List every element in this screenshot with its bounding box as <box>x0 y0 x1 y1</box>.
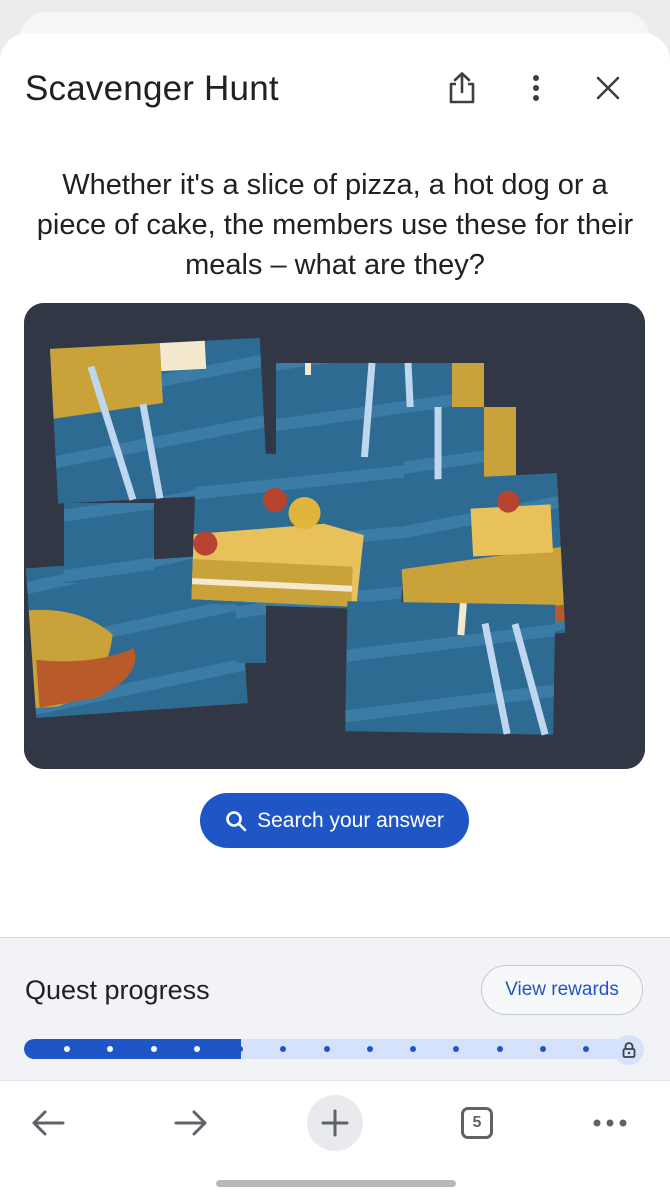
puzzle-image[interactable] <box>24 303 645 769</box>
more-horiz-icon <box>593 1119 627 1127</box>
progress-step-dot <box>64 1046 70 1052</box>
close-button[interactable] <box>586 66 630 110</box>
quest-question: Whether it's a slice of pizza, a hot dog… <box>36 169 634 281</box>
search-icon <box>226 810 247 831</box>
plus-icon <box>321 1109 349 1137</box>
arrow-back-icon <box>32 1110 65 1136</box>
progress-step-dot <box>453 1046 460 1052</box>
menu-button[interactable] <box>582 1095 638 1151</box>
reward-lock <box>614 1035 644 1065</box>
share-icon <box>449 72 475 104</box>
scavenger-hunt-sheet: Scavenger Hunt Whether it's a slice of p… <box>0 33 670 1200</box>
puzzle-tile <box>236 603 266 663</box>
puzzle-illustration <box>24 303 645 769</box>
page-title: Scavenger Hunt <box>25 69 279 108</box>
quest-progress-title: Quest progress <box>25 975 210 1005</box>
more-vert-icon <box>533 75 539 101</box>
progress-step-dot <box>323 1046 330 1052</box>
search-answer-label: Search your answer <box>257 808 444 832</box>
home-indicator[interactable] <box>216 1180 456 1187</box>
close-icon <box>596 76 620 100</box>
progress-step-dot <box>496 1046 503 1052</box>
tab-count-badge: 5 <box>461 1107 493 1139</box>
puzzle-tile <box>345 601 556 736</box>
new-tab-button[interactable] <box>307 1095 363 1151</box>
progress-step-dot <box>539 1046 546 1052</box>
share-button[interactable] <box>440 66 484 110</box>
quest-progress-fill <box>24 1039 241 1059</box>
puzzle-tile <box>64 503 154 583</box>
lock-icon <box>622 1042 636 1058</box>
more-options-button[interactable] <box>514 66 558 110</box>
view-rewards-button[interactable]: View rewards <box>481 965 643 1015</box>
forward-button[interactable] <box>163 1095 219 1151</box>
progress-step-dot <box>193 1046 200 1052</box>
search-answer-button[interactable]: Search your answer <box>200 793 469 848</box>
puzzle-tile <box>191 451 407 611</box>
progress-step-dot <box>237 1046 243 1052</box>
quest-progress-panel: Quest progress View rewards <box>0 937 670 1081</box>
progress-step-dot <box>150 1046 157 1052</box>
progress-step-dot <box>366 1046 373 1052</box>
arrow-forward-icon <box>174 1110 207 1136</box>
quest-progress-bar <box>24 1039 644 1059</box>
progress-step-dot <box>280 1046 287 1052</box>
progress-step-dot <box>583 1046 589 1052</box>
tab-switcher-button[interactable]: 5 <box>449 1095 505 1151</box>
back-button[interactable] <box>20 1095 76 1151</box>
progress-step-dot <box>410 1046 416 1052</box>
